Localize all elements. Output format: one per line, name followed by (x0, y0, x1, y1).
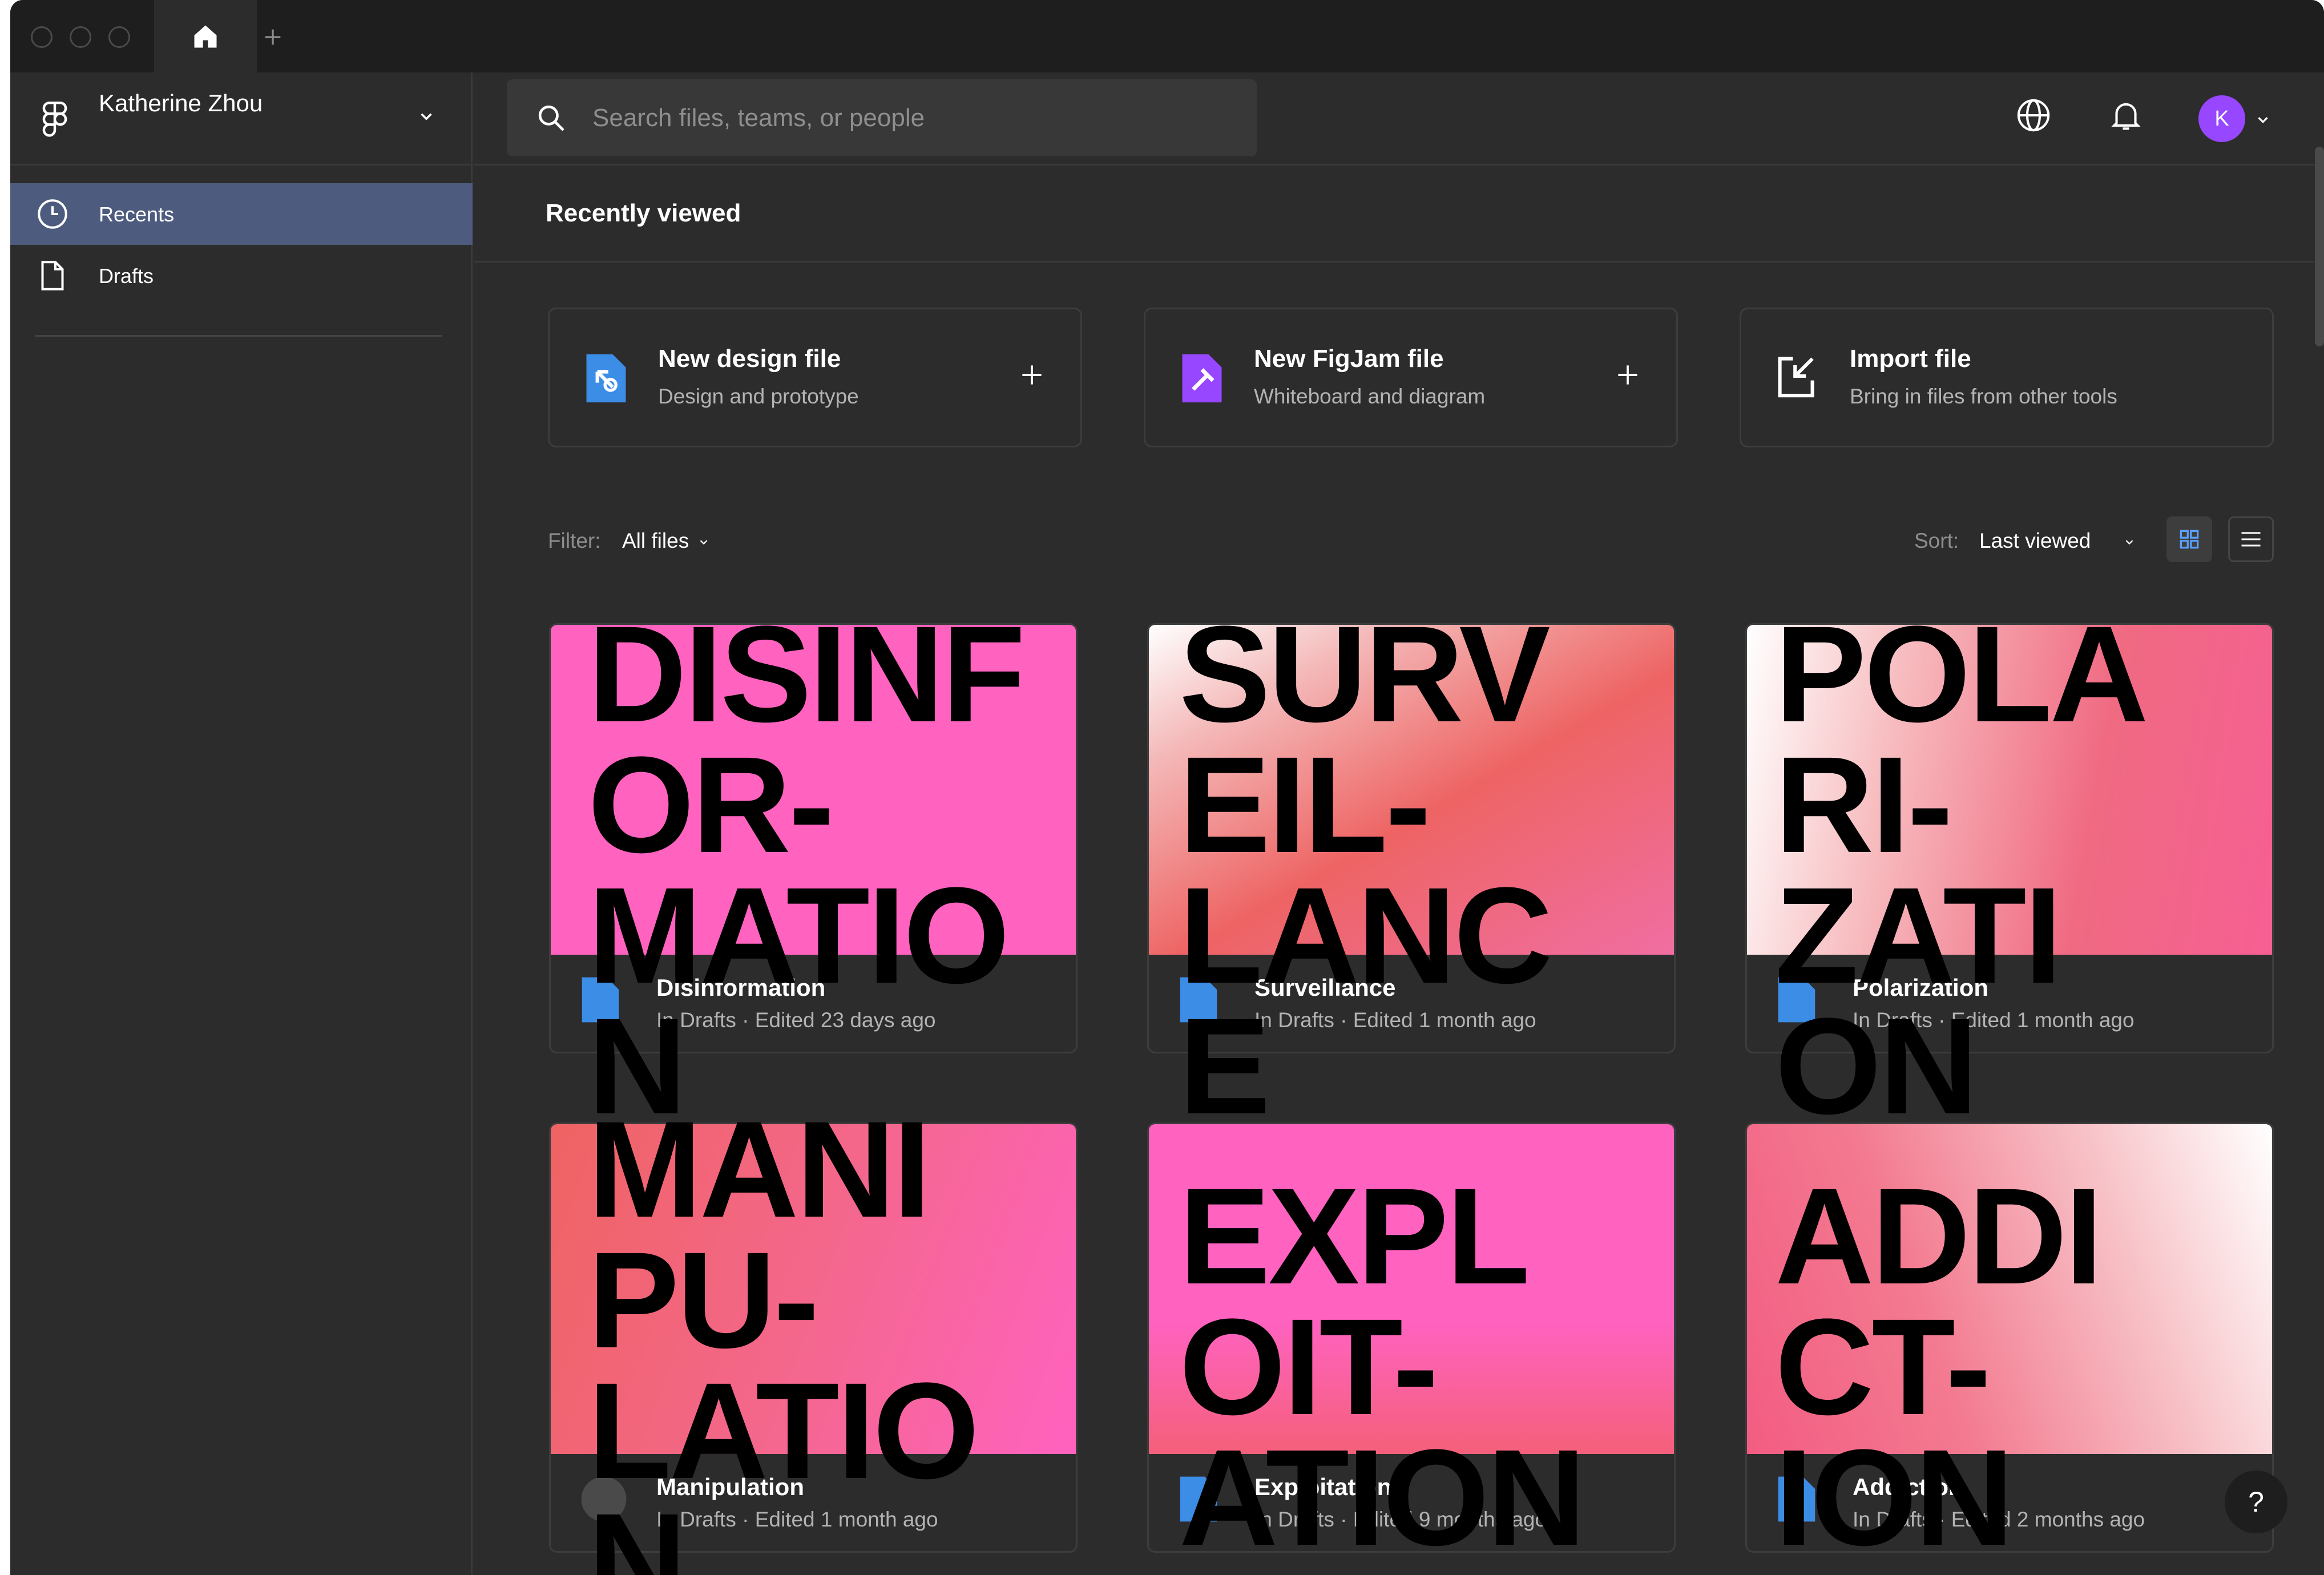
import-icon (1778, 357, 1814, 398)
list-view-button[interactable] (2228, 516, 2274, 562)
sidebar-item-label: Drafts (99, 264, 154, 288)
overlay-disinformation: DISINF OR- MATIO N (588, 597, 1026, 1142)
action-title: New design file (658, 345, 841, 373)
new-figjam-file-button[interactable]: New FigJam file Whiteboard and diagram (1144, 308, 1678, 447)
action-subtitle: Design and prototype (658, 385, 859, 408)
chevron-down-icon[interactable] (2254, 111, 2271, 128)
figma-logo-icon (42, 101, 67, 137)
grid-view-button[interactable] (2166, 516, 2212, 562)
overlay-manipulation: MANI PU- LATIO N (588, 1093, 979, 1575)
plus-icon (1618, 365, 1637, 385)
sidebar-item-drafts[interactable]: Drafts (10, 245, 473, 306)
account-name: Katherine Zhou (99, 90, 263, 116)
action-title: Import file (1850, 345, 1971, 373)
sidebar: Katherine Zhou Recents Drafts (10, 72, 473, 1575)
filter-dropdown[interactable]: All files (622, 529, 689, 553)
sort-label: Sort: (1914, 529, 1959, 552)
chevron-down-icon (421, 113, 432, 120)
close-window-button[interactable] (31, 26, 53, 48)
help-button[interactable]: ? (2225, 1471, 2287, 1533)
sort-dropdown[interactable]: Last viewed (1979, 529, 2091, 553)
search-bar[interactable] (507, 79, 1257, 156)
overlay-exploitation: EXPL OIT- ATION (1179, 1160, 1586, 1574)
minimize-window-button[interactable] (70, 26, 91, 48)
home-icon (194, 25, 217, 47)
clock-icon (38, 199, 67, 229)
chevron-down-icon (700, 540, 708, 545)
import-file-button[interactable]: Import file Bring in files from other to… (1740, 308, 2274, 447)
overlay-addiction: ADDI CT- ION (1775, 1160, 2103, 1574)
maximize-window-button[interactable] (108, 26, 130, 48)
sidebar-item-label: Recents (99, 203, 175, 226)
scrollbar[interactable] (2315, 147, 2324, 346)
figjam-file-icon (1182, 354, 1222, 403)
search-icon (538, 105, 564, 131)
action-title: New FigJam file (1254, 345, 1444, 373)
grid-icon (2180, 530, 2199, 549)
home-tab[interactable] (154, 0, 257, 72)
avatar[interactable]: K (2198, 95, 2245, 142)
overlay-polarization: POLA RI- ZATI ON (1775, 597, 2149, 1142)
new-design-file-button[interactable]: New design file Design and prototype (548, 308, 1082, 447)
file-icon (41, 261, 64, 290)
app-window: Katherine Zhou Recents Drafts K Recently… (10, 0, 2324, 1575)
title-bar (10, 0, 2324, 72)
overlay-surveillance: SURV EIL- LANC E (1179, 597, 1553, 1142)
chevron-down-icon (2125, 540, 2133, 545)
account-switcher[interactable]: Katherine Zhou (10, 72, 471, 165)
sidebar-divider (35, 335, 442, 337)
action-subtitle: Bring in files from other tools (1850, 385, 2117, 408)
design-file-icon (586, 354, 626, 403)
bell-icon[interactable] (2107, 96, 2145, 134)
plus-icon (1022, 365, 1042, 385)
top-bar: K (474, 72, 2324, 165)
plus-icon (265, 29, 281, 45)
search-input[interactable] (592, 79, 1232, 156)
main-content: K Recently viewed New design file Design… (474, 72, 2324, 1575)
header-divider (474, 261, 2324, 262)
page-title: Recently viewed (546, 199, 741, 227)
action-subtitle: Whiteboard and diagram (1254, 385, 1486, 408)
globe-icon[interactable] (2015, 96, 2052, 134)
filter-label: Filter: (548, 529, 601, 552)
new-tab-button[interactable] (250, 17, 296, 57)
list-icon (2241, 532, 2261, 547)
sidebar-item-recents[interactable]: Recents (10, 183, 473, 245)
